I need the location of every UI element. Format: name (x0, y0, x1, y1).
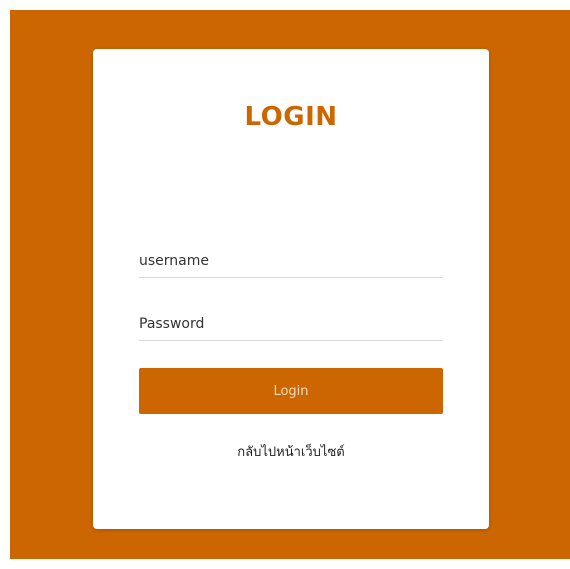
password-input[interactable] (139, 307, 443, 341)
page-background: LOGIN Login กลับไปหน้าเว็บไซต์ (10, 10, 570, 559)
login-button[interactable]: Login (139, 368, 443, 414)
back-to-website-link[interactable]: กลับไปหน้าเว็บไซต์ (93, 441, 489, 462)
username-input[interactable] (139, 244, 443, 278)
login-title: LOGIN (244, 102, 338, 132)
login-card: LOGIN Login กลับไปหน้าเว็บไซต์ (93, 49, 489, 529)
